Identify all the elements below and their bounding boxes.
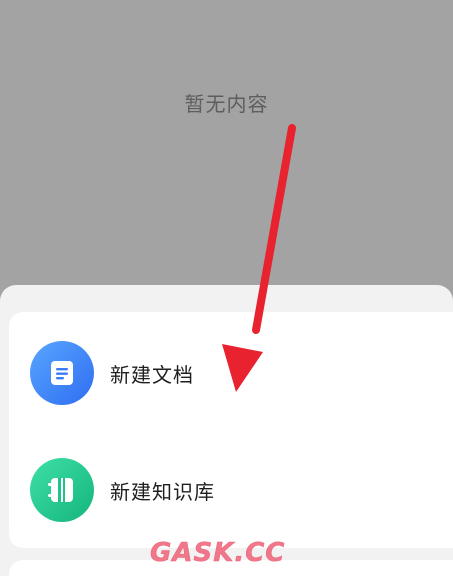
document-icon	[30, 341, 94, 405]
new-knowledge-base-label: 新建知识库	[110, 479, 215, 504]
notebook-icon	[30, 458, 94, 522]
empty-box-illustration	[178, 0, 268, 18]
screen: 暂无内容 新建文档 新建知识库 GASK.CC	[0, 0, 453, 576]
empty-state-text: 暂无内容	[184, 92, 269, 116]
new-document-button[interactable]: 新建文档	[30, 341, 430, 405]
watermark: GASK.CC	[150, 538, 286, 569]
new-document-label: 新建文档	[110, 362, 194, 387]
new-knowledge-base-button[interactable]: 新建知识库	[30, 458, 430, 522]
